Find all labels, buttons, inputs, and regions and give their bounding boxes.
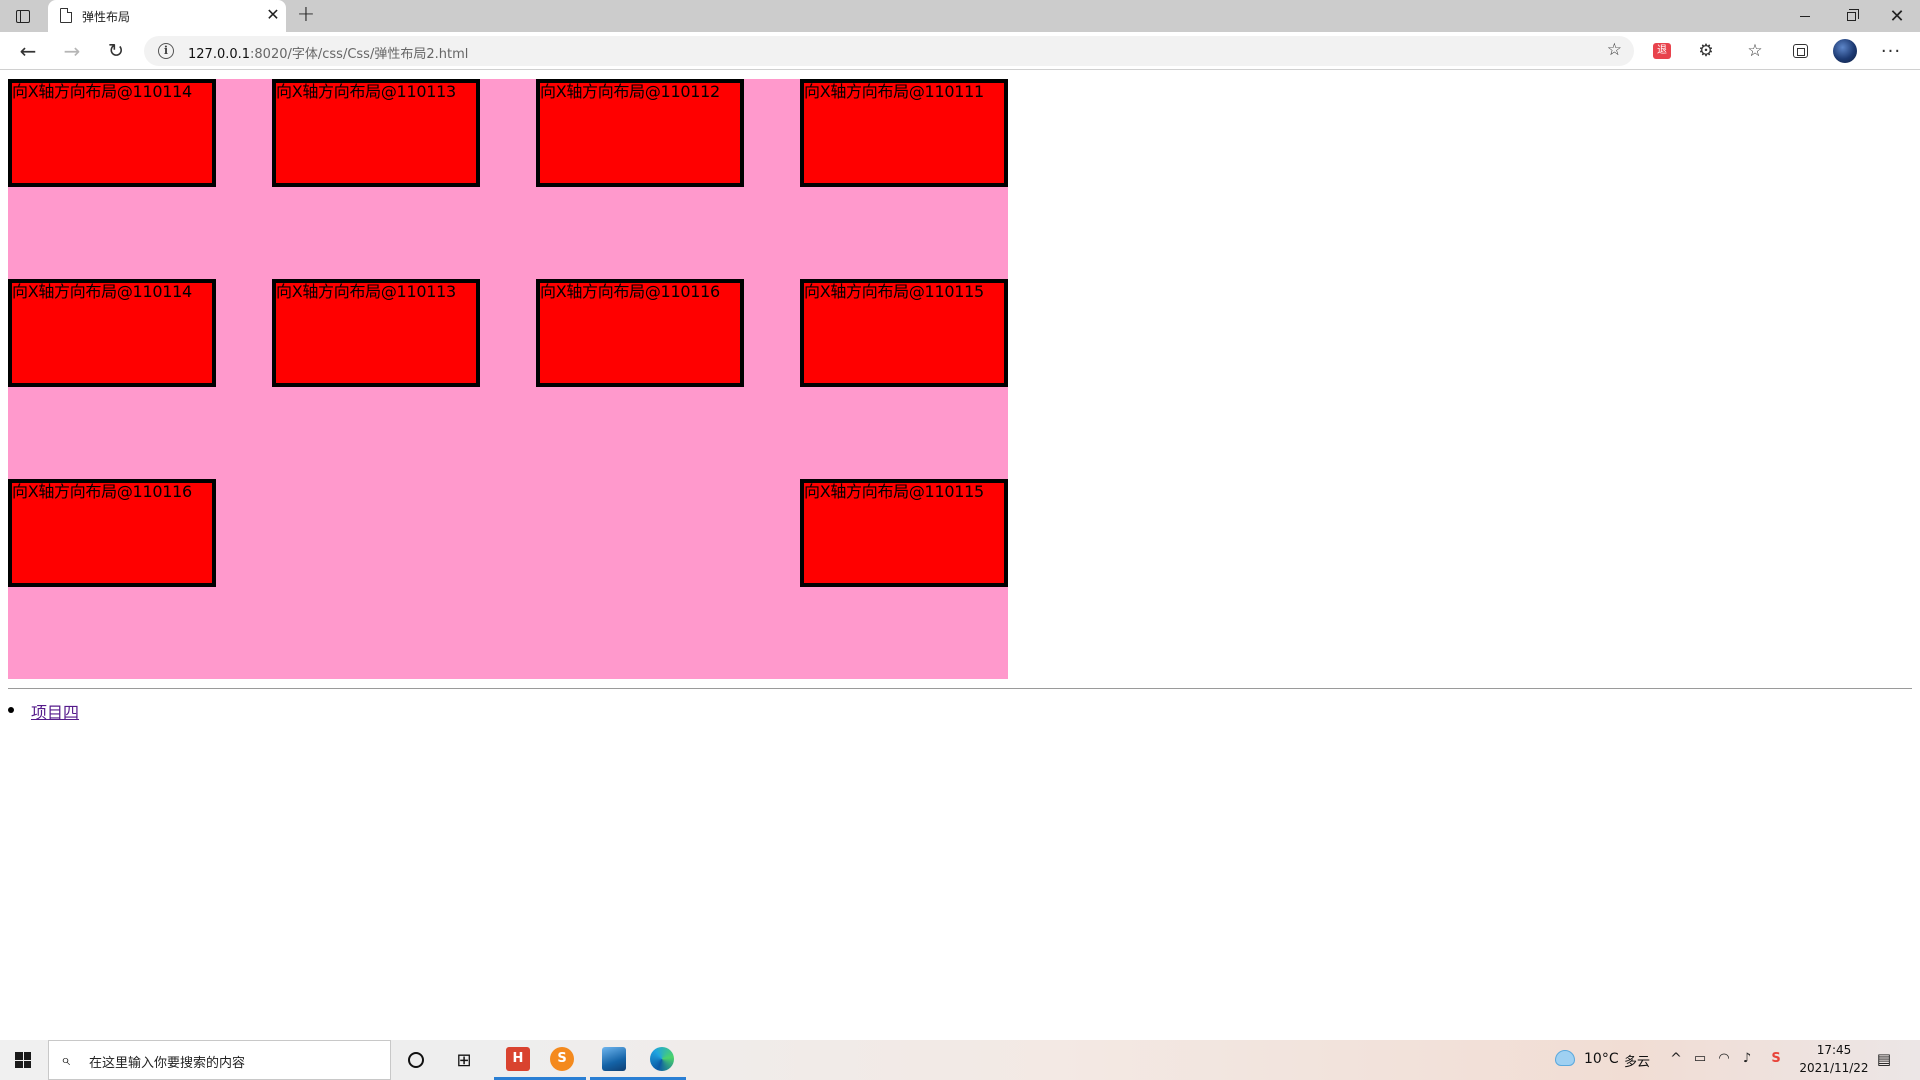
flex-box: 向X轴方向布局@110115 <box>800 479 1008 587</box>
avatar <box>1833 39 1857 63</box>
flex-box: 向X轴方向布局@110115 <box>800 279 1008 387</box>
box-label: 向X轴方向布局@110115 <box>804 482 984 501</box>
box-label: 向X轴方向布局@110111 <box>804 82 984 101</box>
network-icon[interactable]: ◠ <box>1714 1049 1734 1069</box>
flex-box: 向X轴方向布局@110113 <box>272 279 480 387</box>
url-host: 127.0.0.1 <box>188 47 251 62</box>
edge-icon <box>650 1046 674 1071</box>
tab-actions-icon <box>16 9 30 23</box>
active-tab[interactable]: 弹性布局 ✕ <box>48 0 286 32</box>
page-content: 向X轴方向布局@110114 向X轴方向布局@110113 向X轴方向布局@11… <box>0 71 1920 1039</box>
hbuilder-icon: H <box>506 1046 530 1071</box>
box-label: 向X轴方向布局@110115 <box>804 282 984 301</box>
flex-box: 向X轴方向布局@110116 <box>536 279 744 387</box>
clock-time[interactable]: 17:45 <box>1796 1043 1872 1057</box>
collections-button[interactable] <box>1787 39 1813 63</box>
more-menu-icon[interactable]: ··· <box>1878 39 1904 63</box>
flex-box: 向X轴方向布局@110116 <box>8 479 216 587</box>
cortana-icon <box>408 1052 424 1068</box>
orange-app-button[interactable]: S <box>538 1040 586 1080</box>
flex-box: 向X轴方向布局@110114 <box>8 79 216 187</box>
box-label: 向X轴方向布局@110114 <box>12 82 192 101</box>
clock-date[interactable]: 2021/11/22 <box>1796 1061 1872 1075</box>
browser-toolbar: ← → ↻ i 127.0.0.1:8020/字体/css/Css/弹性布局2.… <box>0 32 1920 70</box>
favorites-icon[interactable]: ☆ <box>1742 39 1768 63</box>
cortana-button[interactable] <box>392 1040 440 1080</box>
windows-logo-icon <box>15 1052 31 1068</box>
list-item: 项目四 <box>8 699 79 722</box>
box-label: 向X轴方向布局@110113 <box>276 282 456 301</box>
flex-box: 向X轴方向布局@110113 <box>272 79 480 187</box>
battery-icon[interactable]: ▭ <box>1690 1049 1710 1069</box>
list-item-link[interactable]: 项目四 <box>31 703 79 722</box>
restore-icon <box>1846 8 1859 21</box>
weather-condition[interactable]: 多云 <box>1624 1051 1650 1070</box>
photos-app-button[interactable] <box>590 1040 638 1080</box>
weather-cloud-icon[interactable] <box>1555 1050 1575 1066</box>
forward-button[interactable]: → <box>59 39 85 63</box>
profile-button[interactable] <box>1832 39 1858 63</box>
taskbar-search-box[interactable]: ⌕ 在这里输入你要搜索的内容 <box>48 1040 391 1080</box>
address-bar[interactable]: i 127.0.0.1:8020/字体/css/Css/弹性布局2.html ☆ <box>144 36 1634 66</box>
box-label: 向X轴方向布局@110113 <box>276 82 456 101</box>
tab-title: 弹性布局 <box>82 10 131 24</box>
window-restore-button[interactable] <box>1828 0 1874 32</box>
search-icon: ⌕ <box>61 1050 70 1069</box>
box-label: 向X轴方向布局@110116 <box>12 482 192 501</box>
reload-button[interactable]: ↻ <box>103 39 129 63</box>
task-view-icon[interactable]: ⊞ <box>440 1040 488 1080</box>
page-icon <box>60 8 72 23</box>
item-list: 项目四 <box>8 699 79 722</box>
notification-icon[interactable]: ▤ <box>1874 1049 1894 1069</box>
window-minimize-button[interactable] <box>1782 0 1828 32</box>
new-tab-button[interactable]: + <box>294 4 318 28</box>
tab-actions-button[interactable] <box>12 6 34 26</box>
box-label: 向X轴方向布局@110112 <box>540 82 720 101</box>
tray-chevron-icon[interactable]: ^ <box>1666 1049 1686 1069</box>
box-label: 向X轴方向布局@110116 <box>540 282 720 301</box>
window-close-button[interactable]: ✕ <box>1874 0 1920 32</box>
url-text[interactable]: 127.0.0.1:8020/字体/css/Css/弹性布局2.html <box>188 43 468 62</box>
url-path: :8020/字体/css/Css/弹性布局2.html <box>250 47 469 62</box>
input-method-icon[interactable]: S <box>1766 1049 1786 1069</box>
weather-temperature[interactable]: 10°C <box>1584 1051 1619 1067</box>
box-label: 向X轴方向布局@110114 <box>12 282 192 301</box>
volume-icon[interactable]: ♪ <box>1737 1049 1757 1069</box>
collections-icon <box>1792 44 1808 58</box>
back-button[interactable]: ← <box>15 39 41 63</box>
taskbar: ⌕ 在这里输入你要搜索的内容 ⊞ H S 10°C 多云 ^ ▭ ◠ ♪ S 1… <box>0 1040 1920 1080</box>
add-favorite-icon[interactable]: ☆ <box>1607 40 1622 60</box>
flex-box: 向X轴方向布局@110112 <box>536 79 744 187</box>
flex-container: 向X轴方向布局@110114 向X轴方向布局@110113 向X轴方向布局@11… <box>8 79 1008 679</box>
tab-close-icon[interactable]: ✕ <box>264 6 282 24</box>
extension-button[interactable]: 退 <box>1649 39 1675 63</box>
site-info-icon[interactable]: i <box>158 43 174 59</box>
search-placeholder: 在这里输入你要搜索的内容 <box>89 1056 246 1071</box>
orange-app-icon: S <box>550 1046 574 1071</box>
photos-icon <box>602 1046 626 1071</box>
extensions-icon[interactable]: ⚙ <box>1693 39 1719 63</box>
minimize-icon <box>1800 15 1810 17</box>
hbuilder-app-button[interactable]: H <box>494 1040 542 1080</box>
horizontal-rule <box>8 688 1912 689</box>
flex-box: 向X轴方向布局@110114 <box>8 279 216 387</box>
start-button[interactable] <box>0 1040 46 1080</box>
edge-app-button[interactable] <box>638 1040 686 1080</box>
flex-box: 向X轴方向布局@110111 <box>800 79 1008 187</box>
extension-red-icon: 退 <box>1653 43 1671 59</box>
tab-strip: 弹性布局 ✕ + ✕ <box>0 0 1920 32</box>
